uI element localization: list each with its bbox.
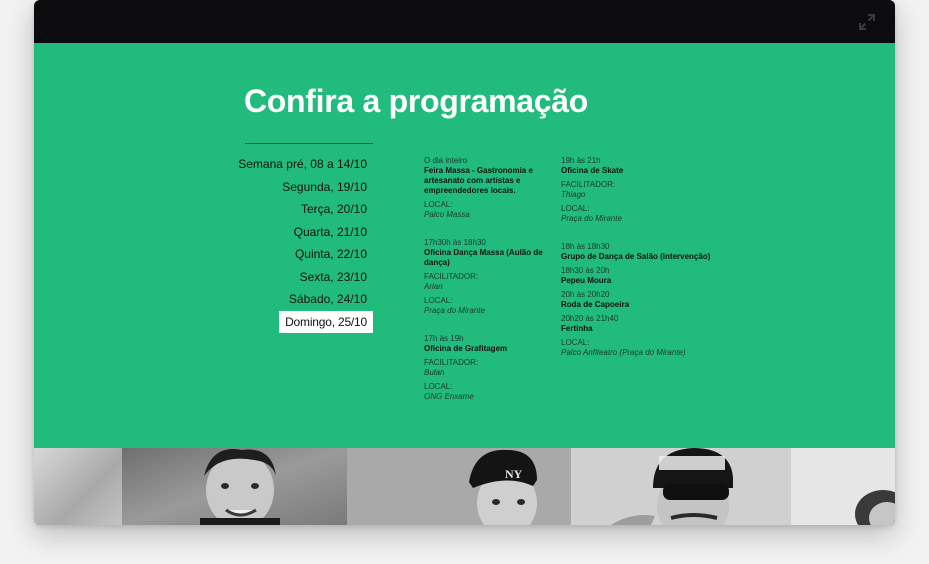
event-name: Oficina Dança Massa (Aulão de dança) [424,248,543,267]
event-name: Pepeu Moura [561,276,612,285]
local-label: LOCAL: [561,204,590,213]
event-time: 17h às 19h [424,334,464,343]
expand-arrows-icon[interactable] [859,14,875,30]
day-item-sexta[interactable]: Sexta, 23/10 [224,266,373,289]
photo-strip: NY [34,448,895,525]
event-oficina-skate: 19h às 21h Oficina de Skate FACILITADOR:… [561,156,711,224]
window-topbar [34,0,895,43]
event-time: 19h às 21h [561,156,601,165]
svg-text:NY: NY [505,467,523,481]
event-oficina-danca: 17h30h às 18h30 Oficina Dança Massa (Aul… [424,238,550,316]
event-name: Fertinha [561,324,593,333]
local-label: LOCAL: [561,338,590,347]
facilitador-value: Arlan [424,282,443,291]
photo-person-2: NY [347,448,571,525]
browser-window: Confira a programação Semana pré, 08 a 1… [34,0,895,525]
day-label: Sábado, 24/10 [288,292,367,307]
day-list: Semana pré, 08 a 14/10 Segunda, 19/10 Te… [224,153,373,333]
event-roda-capoeira: 20h às 20h20 Roda de Capoeira [561,290,711,310]
page-title: Confira a programação [244,83,589,119]
day-label: Semana pré, 08 a 14/10 [238,157,367,172]
day-item-domingo[interactable]: Domingo, 25/10 [224,310,373,334]
day-item-quarta[interactable]: Quarta, 21/10 [224,221,373,244]
day-label: Terça, 20/10 [300,202,367,217]
event-time: 20h às 20h20 [561,290,610,299]
photo-person-1 [122,448,347,525]
day-label-active: Domingo, 25/10 [279,310,373,333]
event-pepeu-moura: 18h30 às 20h Pepeu Moura [561,266,711,286]
event-oficina-grafitagem: 17h às 19h Oficina de Grafitagem FACILIT… [424,334,550,402]
day-label: Quarta, 21/10 [293,224,367,239]
day-label: Segunda, 19/10 [282,179,367,194]
event-name: Oficina de Grafitagem [424,344,508,353]
photo-person-3 [571,448,895,525]
local-value: Palco Anfiteatro (Praça do Mirante) [561,348,686,357]
event-time: 18h30 às 20h [561,266,610,275]
event-danca-salao: 18h às 18h30 Grupo de Dança de Salão (in… [561,242,711,262]
facilitador-label: FACILITADOR: [424,272,479,281]
event-time: 20h20 às 21h40 [561,314,619,323]
event-name: Feira Massa - Gastronomia e artesanato c… [424,166,533,195]
event-name: Oficina de Skate [561,166,624,175]
local-value: Praça do Mirante [561,214,622,223]
local-label: LOCAL: [424,382,453,391]
event-time: 18h às 18h30 [561,242,610,251]
event-fertinha: 20h20 às 21h40 Fertinha LOCAL: Palco Anf… [561,314,711,358]
schedule-column-1: O dia inteiro Feira Massa - Gastronomia … [424,156,550,402]
day-item-semana-pre[interactable]: Semana pré, 08 a 14/10 [224,153,373,176]
day-item-quinta[interactable]: Quinta, 22/10 [224,243,373,266]
event-feira-massa: O dia inteiro Feira Massa - Gastronomia … [424,156,550,220]
title-divider [245,143,373,144]
schedule-column-2: 19h às 21h Oficina de Skate FACILITADOR:… [561,156,711,358]
event-time: 17h30h às 18h30 [424,238,486,247]
schedule-section: Confira a programação Semana pré, 08 a 1… [34,43,895,448]
facilitador-value: Thiago [561,190,586,199]
facilitador-label: FACILITADOR: [424,358,479,367]
event-name: Grupo de Dança de Salão (intervenção) [561,252,711,261]
local-label: LOCAL: [424,296,453,305]
facilitador-label: FACILITADOR: [561,180,616,189]
local-value: Praça do Mirante [424,306,485,315]
day-item-terca[interactable]: Terça, 20/10 [224,198,373,221]
local-label: LOCAL: [424,200,453,209]
facilitador-value: Bulan [424,368,445,377]
day-item-segunda[interactable]: Segunda, 19/10 [224,176,373,199]
photo-wall [34,448,122,525]
day-label: Sexta, 23/10 [299,269,367,284]
local-value: Palco Massa [424,210,470,219]
day-label: Quinta, 22/10 [294,247,367,262]
local-value: ONG Enxame [424,392,474,401]
event-time: O dia inteiro [424,156,468,165]
event-name: Roda de Capoeira [561,300,630,309]
day-item-sabado[interactable]: Sábado, 24/10 [224,288,373,311]
